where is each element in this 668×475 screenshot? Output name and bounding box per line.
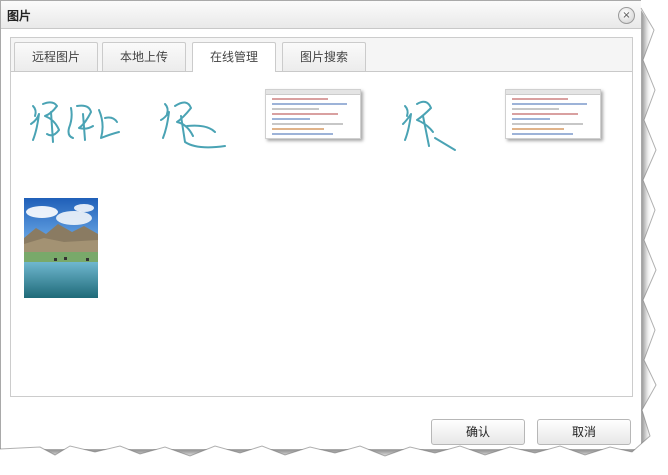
dialog-title: 图片 — [7, 9, 32, 23]
close-icon[interactable]: × — [618, 7, 635, 24]
image-grid — [11, 72, 632, 396]
image-panel: 远程图片 本地上传 在线管理 图片搜索 — [10, 37, 633, 397]
tab-local-upload[interactable]: 本地上传 — [102, 42, 186, 71]
image-thumb-code-screenshot-1[interactable] — [265, 89, 361, 139]
image-thumb-handwriting-3[interactable] — [399, 96, 461, 158]
cancel-button[interactable]: 取消 — [537, 419, 631, 445]
image-thumb-landscape-photo[interactable] — [24, 198, 98, 298]
image-thumb-handwriting-2[interactable] — [157, 96, 229, 160]
image-thumb-code-screenshot-2[interactable] — [505, 89, 601, 139]
tab-online-manage[interactable]: 在线管理 — [192, 42, 276, 72]
title-bar: 图片 × — [1, 1, 641, 29]
tab-bar: 远程图片 本地上传 在线管理 图片搜索 — [11, 38, 632, 72]
tab-image-search[interactable]: 图片搜索 — [282, 42, 366, 71]
image-thumb-handwriting-1[interactable] — [27, 94, 127, 154]
tab-remote-image[interactable]: 远程图片 — [14, 42, 98, 71]
confirm-button[interactable]: 确认 — [431, 419, 525, 445]
image-dialog: 图片 × 远程图片 本地上传 在线管理 图片搜索 确认 取消 — [0, 0, 642, 450]
